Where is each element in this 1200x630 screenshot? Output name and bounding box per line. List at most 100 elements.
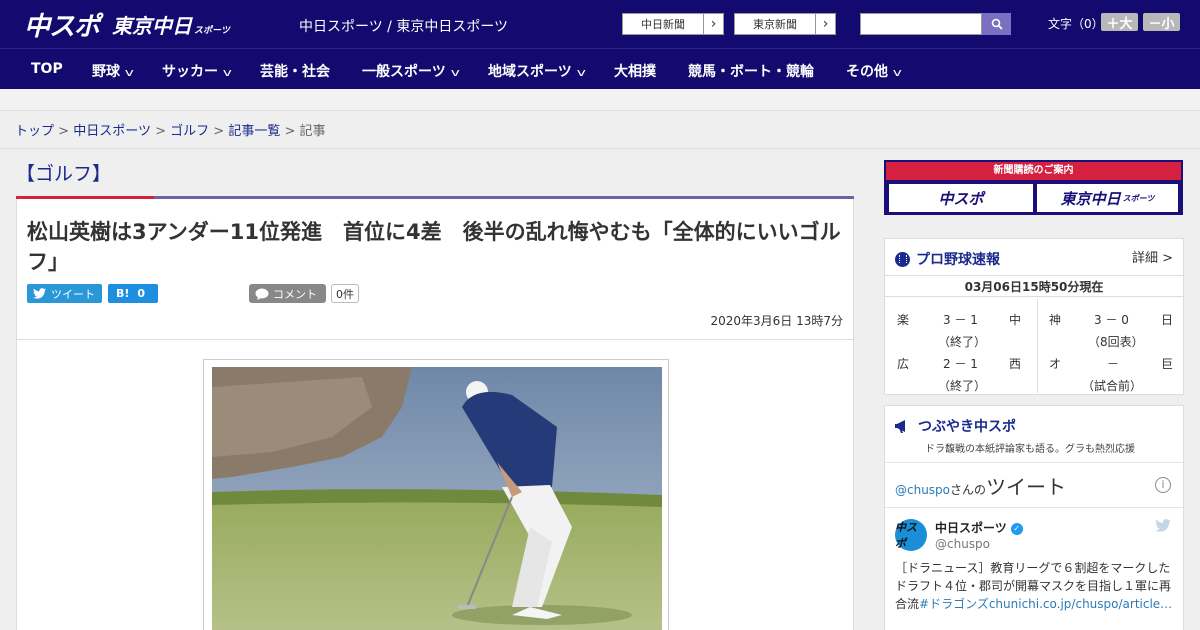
nav-label: 競馬・ボート・競輪 — [688, 64, 814, 80]
game-3-away: 西 — [1009, 357, 1022, 371]
baseball-icon — [895, 251, 910, 267]
font-smaller-button[interactable]: －小 — [1143, 13, 1180, 32]
hatena-bookmark-label: B! — [116, 287, 130, 300]
category-title: 【ゴルフ】 — [16, 163, 112, 185]
game-2-away: 日 — [1161, 313, 1174, 327]
tweet-user-handle[interactable]: @chuspo — [935, 537, 990, 551]
nav-general-sports[interactable]: 一般スポーツ v — [362, 61, 460, 81]
chevron-right-icon: › — [703, 14, 723, 34]
timeline-divider — [885, 507, 1183, 508]
article-headline: 松山英樹は3アンダー11位発進 首位に4差 後半の乱れ悔やむも「全体的にいいゴル… — [27, 220, 841, 274]
twitter-bird-icon[interactable] — [1155, 519, 1171, 536]
breadcrumb-current: 記事 — [299, 124, 326, 139]
comment-label: コメント — [273, 287, 317, 301]
nav-other[interactable]: その他 v — [846, 61, 902, 81]
game-1-away: 中 — [1009, 313, 1022, 327]
breadcrumb-divider — [0, 148, 1200, 149]
twitter-widget-title-text: つぶやき中スポ — [918, 419, 1016, 435]
nav-sumo[interactable]: 大相撲 — [614, 61, 656, 81]
breadcrumb-golf[interactable]: ゴルフ — [170, 124, 209, 139]
breadcrumb-separator: > — [155, 124, 166, 139]
tokyo-chunichi-sub: スポーツ — [1122, 193, 1155, 203]
chevron-down-icon: v — [124, 66, 134, 79]
game-4-away: 巨 — [1161, 357, 1174, 371]
game-1-score: 3 － 1 — [943, 313, 978, 327]
breadcrumb-separator: > — [284, 124, 296, 139]
avatar[interactable]: 中スポ — [895, 519, 927, 551]
hatena-bookmark-button[interactable]: B! 0 — [108, 284, 158, 303]
game-2-home: 神 — [1049, 313, 1062, 327]
tweet-text: ［ドラニュース］教育リーグで６割超をマークしたドラフト４位・郡司が開幕マスクを目… — [895, 559, 1177, 613]
twitter-widget: つぶやき中スポ ドラ馥戦の本紙評論家も語る。グラも熱烈応援 @chuspoさんの… — [884, 405, 1184, 630]
tokyo-logo-text: 東京中日 — [112, 14, 192, 38]
game-3-home: 広 — [897, 357, 910, 371]
chuspo-logo[interactable]: 中スポ — [24, 6, 100, 43]
twitter-bird-icon — [33, 288, 46, 299]
game-2-score: 3 － 0 — [1094, 313, 1129, 327]
top-header: 中スポ 東京中日 スポーツ 中日スポーツ / 東京中日スポーツ 中日新聞 › 東京… — [0, 0, 1200, 48]
chunichi-shimbun-button[interactable]: 中日新聞 › — [622, 13, 724, 35]
timeline-account[interactable]: @chuspo — [895, 483, 950, 497]
baseball-detail-link[interactable]: 詳細 > — [1132, 247, 1173, 266]
nav-label: 一般スポーツ — [362, 64, 446, 80]
tokyo-logo-sub: スポーツ — [194, 26, 230, 36]
baseball-title-text: プロ野球速報 — [916, 252, 1000, 268]
search-icon — [991, 18, 1003, 30]
chevron-down-icon: v — [222, 66, 232, 79]
tweet-button[interactable]: ツイート — [27, 284, 102, 303]
article-card: 松山英樹は3アンダー11位発進 首位に4差 後半の乱れ悔やむも「全体的にいいゴル… — [16, 199, 854, 630]
nav-top[interactable]: TOP — [31, 61, 63, 77]
game-3-status: （終了） — [938, 379, 987, 393]
game-4-score: － — [1107, 357, 1120, 371]
search-input[interactable] — [860, 13, 982, 35]
nav-label: 地域スポーツ — [488, 64, 572, 80]
nav-soccer[interactable]: サッカー v — [162, 61, 232, 81]
timeline-header: @chuspoさんのツイート — [895, 471, 1066, 500]
site-links[interactable]: 中日スポーツ / 東京中日スポーツ — [299, 16, 508, 36]
tokyo-shimbun-label: 東京新聞 — [753, 18, 797, 31]
game-2-status: （8回表） — [1088, 335, 1144, 349]
twitter-widget-title: つぶやき中スポ — [895, 416, 1016, 436]
timeline-title: ツイート — [986, 475, 1067, 499]
tweet-user-name[interactable]: 中日スポーツ ✓ — [935, 519, 1023, 536]
tweet-link[interactable]: #ドラゴンズchunichi.co.jp/chuspo/article… — [919, 597, 1172, 611]
chevron-down-icon: v — [892, 66, 902, 79]
search-button[interactable] — [982, 13, 1011, 35]
nav-label: TOP — [31, 61, 63, 77]
megaphone-icon — [895, 420, 905, 433]
info-icon[interactable]: i — [1155, 477, 1171, 493]
nav-baseball[interactable]: 野球 v — [92, 61, 134, 81]
nav-label: 野球 — [92, 64, 120, 80]
nav-local-sports[interactable]: 地域スポーツ v — [488, 61, 586, 81]
tokyo-chunichi-label: 東京中日 — [1060, 189, 1121, 208]
breadcrumb-chuspo[interactable]: 中日スポーツ — [73, 124, 151, 139]
subscription-banner[interactable]: 新聞購読のご案内 中スポ 東京中日 スポーツ — [884, 160, 1183, 215]
timeline-account-suffix: さんの — [950, 483, 987, 497]
article-divider — [17, 339, 853, 340]
nav-racing[interactable]: 競馬・ボート・競輪 — [688, 61, 814, 81]
font-larger-button[interactable]: ＋大 — [1101, 13, 1138, 32]
breadcrumb-top[interactable]: トップ — [15, 124, 54, 139]
game-1-status: （終了） — [938, 335, 987, 349]
breadcrumb: トップ > 中日スポーツ > ゴルフ > 記事一覧 > 記事 — [15, 120, 326, 139]
breadcrumb-article-list[interactable]: 記事一覧 — [228, 124, 280, 139]
breadcrumb-separator: > — [58, 124, 70, 139]
tweet-label: ツイート — [51, 287, 95, 301]
comment-count: 0件 — [331, 284, 359, 303]
article-photo-frame — [203, 359, 669, 630]
nav-label: サッカー — [162, 64, 218, 80]
baseball-scoreboard: プロ野球速報 詳細 > 03月06日15時50分現在 楽 3 － 1 中 （終了… — [884, 238, 1184, 395]
tokyo-shimbun-button[interactable]: 東京新聞 › — [734, 13, 836, 35]
subscribe-chuspo-button[interactable]: 中スポ — [889, 184, 1033, 212]
scoreboard-column-divider — [1037, 299, 1038, 393]
tokyo-chunichi-logo[interactable]: 東京中日 スポーツ — [112, 10, 230, 39]
comment-button[interactable]: コメント — [249, 284, 326, 303]
nav-entertainment[interactable]: 芸能・社会 — [260, 61, 330, 81]
twitter-timeline: @chuspoさんのツイート i 中スポ 中日スポーツ ✓ @chuspo ［ドラ… — [885, 462, 1183, 611]
article-photo[interactable] — [212, 367, 662, 630]
breadcrumb-separator: > — [213, 124, 225, 139]
subscription-banner-header: 新聞購読のご案内 — [886, 162, 1181, 180]
verified-icon: ✓ — [1010, 522, 1023, 535]
subscribe-tokyo-chunichi-button[interactable]: 東京中日 スポーツ — [1037, 184, 1178, 212]
main-nav: TOP 野球 v サッカー v 芸能・社会 一般スポーツ v 地域スポーツ v 大相撲 … — [0, 48, 1200, 89]
